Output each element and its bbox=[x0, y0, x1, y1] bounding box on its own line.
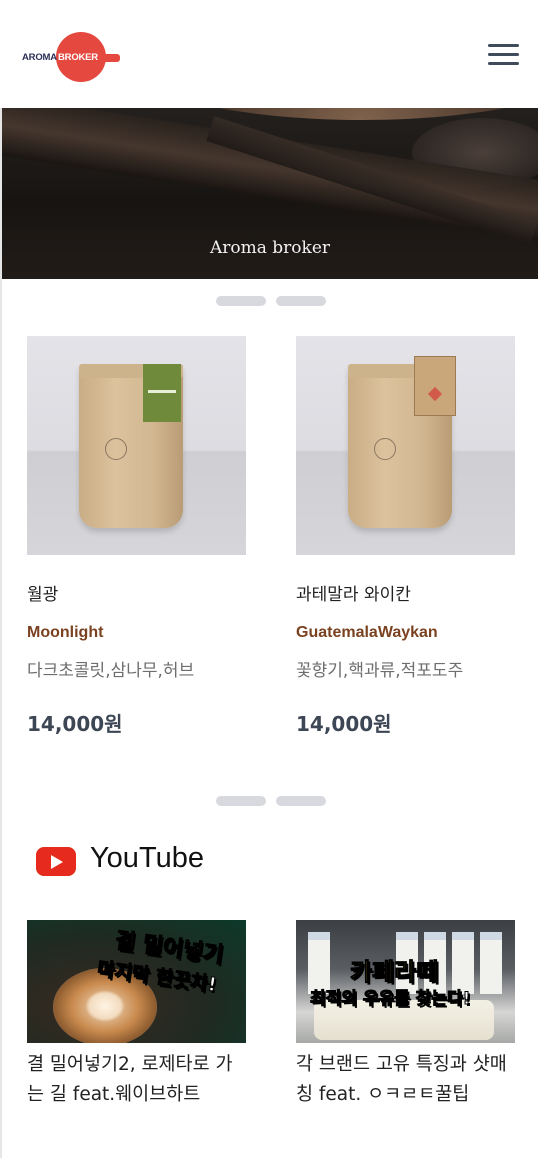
thumbnail-text-line2: 최적의 우유를 찾는다! bbox=[309, 989, 471, 1010]
product-image[interactable] bbox=[296, 336, 515, 555]
pagination-dot-2[interactable] bbox=[276, 796, 326, 806]
product-pagination bbox=[0, 796, 538, 806]
bag-logo-seal bbox=[374, 438, 396, 460]
video-title[interactable]: 각 브랜드 고유 특징과 샷매칭 feat. ㅇㅋㄹㅌ꿀팁 bbox=[296, 1050, 515, 1110]
product-name-english: GuatemalaWaykan bbox=[296, 624, 438, 641]
bag-logo-seal bbox=[105, 438, 127, 460]
product-name-english: Moonlight bbox=[27, 624, 104, 641]
menu-bar-top bbox=[488, 44, 519, 47]
pagination-dot-1[interactable] bbox=[216, 796, 266, 806]
bag-green-label bbox=[143, 364, 181, 422]
video-thumbnail[interactable]: 카페라떼 최적의 우유를 찾는다! bbox=[296, 920, 515, 1043]
video-thumbnail[interactable]: 결 밀어넣기 마지막 한끗차! bbox=[27, 920, 246, 1043]
hero-caption: Aroma broker bbox=[209, 238, 331, 258]
logo-cup-handle bbox=[102, 54, 120, 62]
product-image[interactable] bbox=[27, 336, 246, 555]
site-header: AROMA BROKER bbox=[0, 0, 538, 108]
coffee-bag bbox=[79, 364, 183, 528]
product-price: 14,000원 bbox=[296, 712, 392, 736]
product-price: 14,000원 bbox=[27, 712, 123, 736]
bag-kraft-label bbox=[414, 356, 456, 416]
youtube-icon bbox=[36, 847, 76, 876]
latte-art-shape bbox=[85, 990, 125, 1022]
hero-pagination bbox=[0, 296, 538, 306]
logo-word-broker: BROKER bbox=[58, 52, 98, 63]
coffee-bag bbox=[348, 356, 456, 528]
product-tasting-notes: 꽃향기,핵과류,적포도주 bbox=[296, 661, 464, 681]
product-tasting-notes: 다크초콜릿,삼나무,허브 bbox=[27, 661, 195, 681]
hamburger-menu-icon[interactable] bbox=[488, 42, 520, 66]
video-title[interactable]: 결 밀어넣기2, 로제타로 가는 길 feat.웨이브하트 bbox=[27, 1050, 246, 1110]
menu-bar-bottom bbox=[488, 62, 519, 65]
thumbnail-text-line1: 카페라떼 bbox=[349, 958, 439, 987]
menu-bar-middle bbox=[488, 53, 519, 56]
milk-carton-shape bbox=[480, 932, 502, 994]
pagination-dot-2[interactable] bbox=[276, 296, 326, 306]
logo-word-aroma: AROMA bbox=[22, 52, 57, 63]
aroma-broker-logo[interactable]: AROMA BROKER bbox=[22, 32, 122, 84]
pagination-dot-1[interactable] bbox=[216, 296, 266, 306]
product-name-korean: 과테말라 와이칸 bbox=[296, 585, 411, 605]
youtube-section-title: YouTube bbox=[90, 842, 204, 874]
product-name-korean: 월광 bbox=[27, 585, 59, 605]
hero-banner: Aroma broker bbox=[2, 108, 538, 279]
